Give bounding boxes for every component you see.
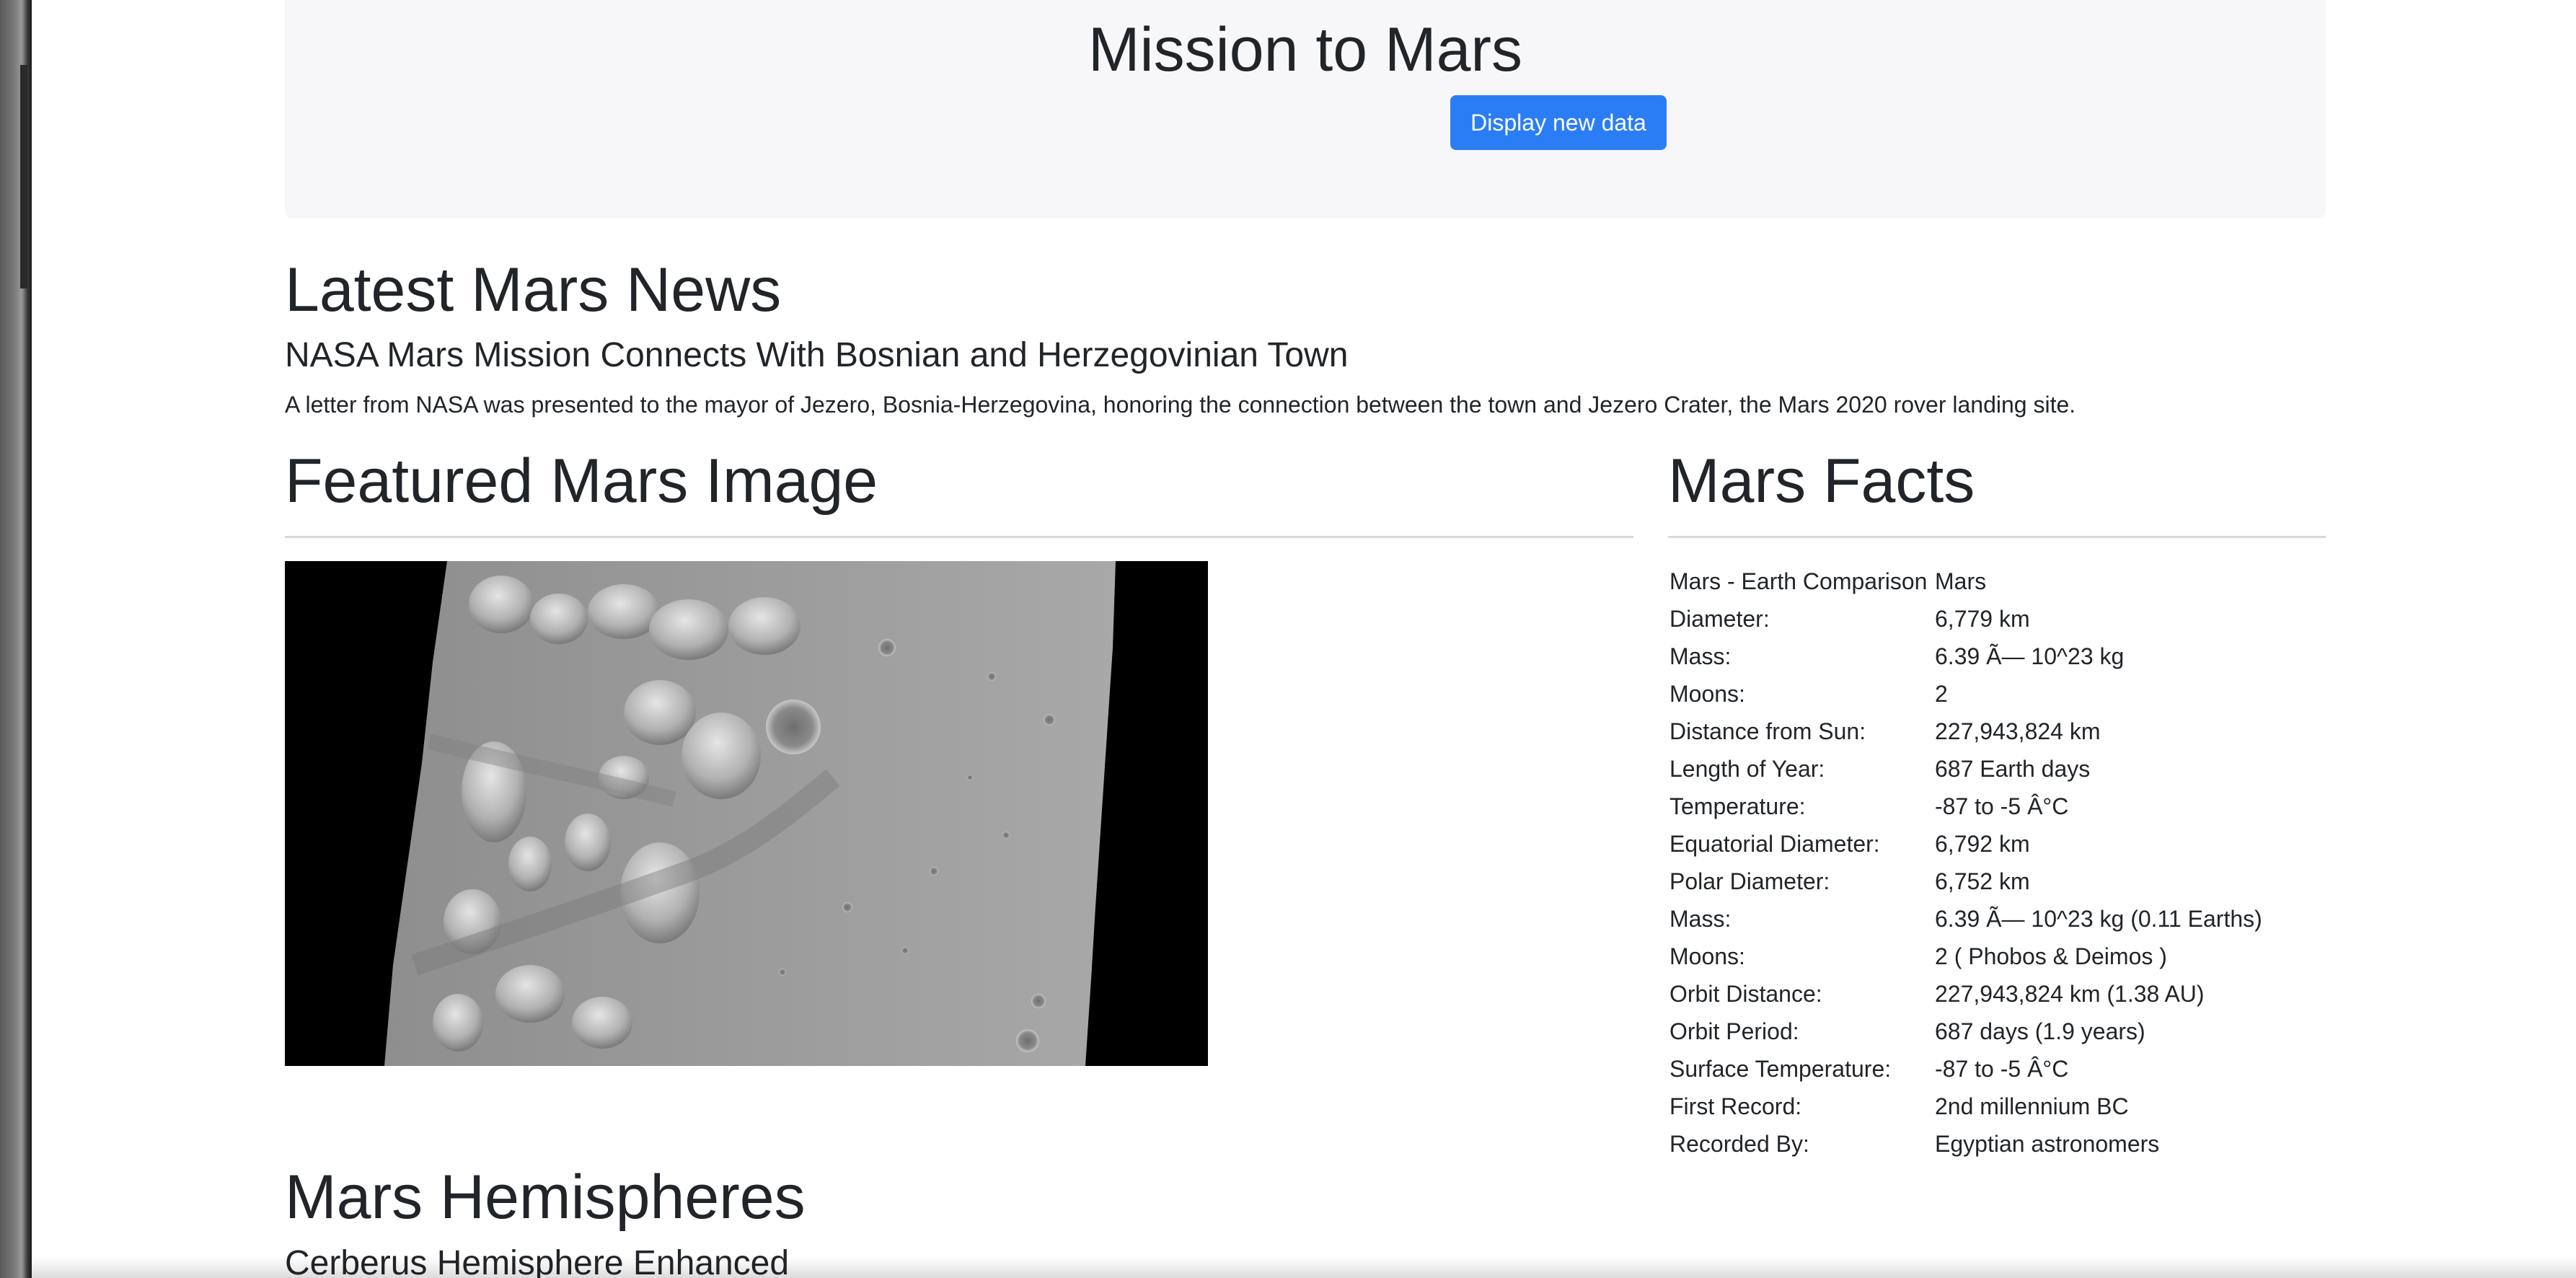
fact-label: Mars - Earth Comparison [1669,568,1928,594]
hemisphere-title: Cerberus Hemisphere Enhanced [285,1244,790,1278]
table-row: Mars - Earth Comparison Mars [1668,563,2264,600]
table-row: Equatorial Diameter: 6,792 km [1668,825,2264,863]
fact-label: Equatorial Diameter: [1669,831,1880,857]
fact-label: Orbit Distance: [1669,981,1822,1007]
fact-value: -87 to -5 Â°C [1935,1056,2069,1082]
fact-label: Mass: [1669,906,1732,932]
fact-value: -87 to -5 Â°C [1935,793,2069,819]
table-row: First Record: 2nd millennium BC [1668,1088,2264,1125]
table-row: Temperature: -87 to -5 Â°C [1668,788,2264,825]
fact-label: Polar Diameter: [1669,868,1830,894]
news-title: NASA Mars Mission Connects With Bosnian … [285,336,1349,374]
table-row: Orbit Distance: 227,943,824 km (1.38 AU) [1668,975,2264,1013]
fact-value: 2 ( Phobos & Deimos ) [1935,943,2167,969]
jumbotron-header: Mission to Mars Display new data [285,0,2326,218]
table-row: Mass: 6.39 Ã— 10^23 kg [1668,638,2264,675]
table-row: Length of Year: 687 Earth days [1668,750,2264,788]
featured-divider [285,536,1633,538]
fact-label: Recorded By: [1669,1131,1809,1157]
table-row: Mass: 6.39 Ã— 10^23 kg (0.11 Earths) [1668,900,2264,938]
fact-value: Egyptian astronomers [1935,1131,2160,1157]
fact-label: Mass: [1669,643,1732,669]
mars-surface-photo [285,561,1208,1066]
mars-facts-heading: Mars Facts [1668,446,1975,516]
fact-value: 687 days (1.9 years) [1935,1018,2145,1044]
fact-value: 227,943,824 km (1.38 AU) [1935,981,2205,1007]
table-row: Polar Diameter: 6,752 km [1668,863,2264,900]
table-row: Moons: 2 [1668,675,2264,713]
fact-value: 6.39 Ã— 10^23 kg [1935,643,2125,669]
fact-label: First Record: [1669,1093,1802,1119]
mars-facts-table: Mars - Earth Comparison Mars Diameter: 6,7… [1668,563,2264,1163]
fact-value: 6,752 km [1935,868,2030,894]
table-row: Orbit Period: 687 days (1.9 years) [1668,1013,2264,1050]
display-new-data-button[interactable]: Display new data [1450,95,1667,150]
featured-image-heading: Featured Mars Image [285,446,878,516]
fact-label: Length of Year: [1669,756,1825,782]
fact-value: Mars [1935,568,1987,594]
fact-value: 687 Earth days [1935,756,2091,782]
fact-label: Distance from Sun: [1669,718,1866,744]
fact-label: Moons: [1669,681,1745,707]
fact-label: Temperature: [1669,793,1806,819]
table-row: Surface Temperature: -87 to -5 Â°C [1668,1050,2264,1088]
window-edge [0,0,32,1278]
fact-value: 6.39 Ã— 10^23 kg (0.11 Earths) [1935,906,2262,932]
facts-divider [1668,536,2326,538]
table-row: Distance from Sun: 227,943,824 km [1668,713,2264,750]
table-row: Recorded By: Egyptian astronomers [1668,1125,2264,1163]
fact-value: 6,792 km [1935,831,2030,857]
hemispheres-heading: Mars Hemispheres [285,1163,806,1232]
fact-value: 6,779 km [1935,606,2030,632]
page-title: Mission to Mars [1088,15,1523,84]
news-paragraph: A letter from NASA was presented to the … [285,392,2076,418]
fact-label: Surface Temperature: [1669,1056,1892,1082]
fact-value: 2 [1935,681,1948,707]
side-bar [20,65,27,288]
news-heading: Latest Mars News [285,255,782,325]
table-row: Moons: 2 ( Phobos & Deimos ) [1668,938,2264,975]
browser-page: Mission to Mars Display new data Latest … [32,0,2576,1278]
fact-label: Diameter: [1669,606,1770,632]
featured-mars-image [285,561,1208,1066]
fact-value: 2nd millennium BC [1935,1093,2129,1119]
table-row: Diameter: 6,779 km [1668,600,2264,638]
fact-label: Orbit Period: [1669,1018,1799,1044]
fact-label: Moons: [1669,943,1745,969]
fact-value: 227,943,824 km [1935,718,2101,744]
